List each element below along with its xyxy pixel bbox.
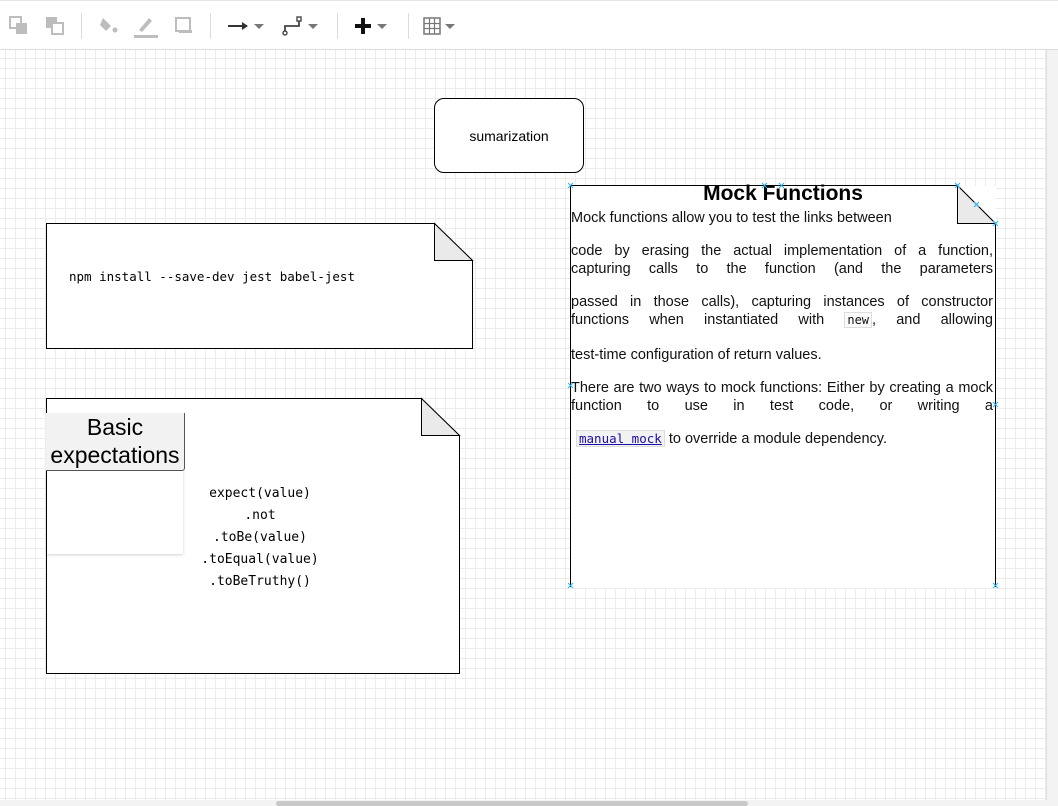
to-front-button[interactable] — [8, 13, 30, 39]
mock-paragraph-3: passed in those calls), capturing instan… — [571, 293, 993, 329]
waypoints-icon — [282, 16, 302, 36]
horizontal-scrollbar[interactable] — [0, 800, 1058, 806]
to-front-icon — [9, 16, 27, 34]
mock-paragraph-5: There are two ways to mock functions: Ei… — [571, 380, 993, 414]
npm-install-command: npm install --save-dev jest babel-jest — [69, 269, 355, 284]
mock-paragraph-6b: to override a module dependency. — [664, 431, 888, 447]
line-color-button[interactable] — [133, 13, 159, 39]
selection-handle[interactable] — [567, 382, 574, 389]
table-button[interactable] — [423, 13, 455, 39]
empty-card — [47, 470, 183, 554]
selection-handle[interactable] — [778, 182, 785, 189]
shadow-button[interactable] — [174, 13, 196, 39]
note-outline — [46, 222, 474, 349]
waypoints-button[interactable] — [282, 13, 318, 39]
summary-box-label: sumarization — [469, 127, 549, 144]
selection-handle[interactable] — [992, 220, 999, 227]
chevron-down-icon — [377, 23, 387, 29]
table-icon — [423, 17, 441, 35]
to-back-icon — [46, 17, 64, 35]
fill-color-button[interactable] — [97, 13, 121, 39]
mock-paragraph-3b: , and allowing — [872, 312, 993, 328]
chevron-down-icon — [308, 23, 318, 29]
mock-paragraph-2: code by erasing the actual implementatio… — [571, 243, 993, 277]
to-back-button[interactable] — [44, 13, 66, 39]
toolbar-divider — [408, 13, 409, 39]
selection-handle[interactable] — [567, 182, 574, 189]
chevron-down-icon — [445, 23, 455, 29]
toolbar-divider — [337, 13, 338, 39]
mock-paragraph-4: test-time configuration of return values… — [571, 347, 822, 363]
toolbar — [0, 0, 1058, 50]
line-color-icon — [134, 18, 158, 38]
summary-box[interactable]: sumarization — [434, 98, 584, 173]
selection-handle[interactable] — [992, 401, 999, 408]
scrollbar-thumb[interactable] — [276, 801, 748, 806]
connection-arrow-icon — [228, 22, 248, 30]
connection-button[interactable] — [226, 13, 264, 39]
chevron-down-icon — [254, 23, 264, 29]
shadow-icon — [175, 17, 192, 33]
manual-mock-link[interactable]: manual mock — [576, 430, 665, 447]
npm-note-shape[interactable] — [46, 222, 474, 349]
toolbar-divider — [81, 13, 82, 39]
selection-handle[interactable] — [567, 582, 574, 589]
selection-handle[interactable] — [761, 182, 768, 189]
mock-paragraph-6: manual mock to override a module depende… — [576, 430, 998, 448]
expect-code-block: expect(value) .not .toBe(value) .toEqual… — [201, 486, 319, 589]
mock-paragraph-1: Mock functions allow you to test the lin… — [571, 210, 892, 226]
selection-handle[interactable] — [992, 582, 999, 589]
vertical-scrollbar[interactable] — [1046, 50, 1058, 800]
basic-expectations-title: Basic expectations — [46, 413, 185, 471]
fill-color-icon — [100, 18, 118, 33]
insert-button[interactable] — [353, 13, 387, 39]
toolbar-divider — [210, 13, 211, 39]
selection-handle[interactable] — [973, 201, 980, 208]
new-keyword-code: new — [844, 312, 873, 328]
selection-handle[interactable] — [954, 182, 961, 189]
insert-plus-icon — [355, 18, 371, 34]
